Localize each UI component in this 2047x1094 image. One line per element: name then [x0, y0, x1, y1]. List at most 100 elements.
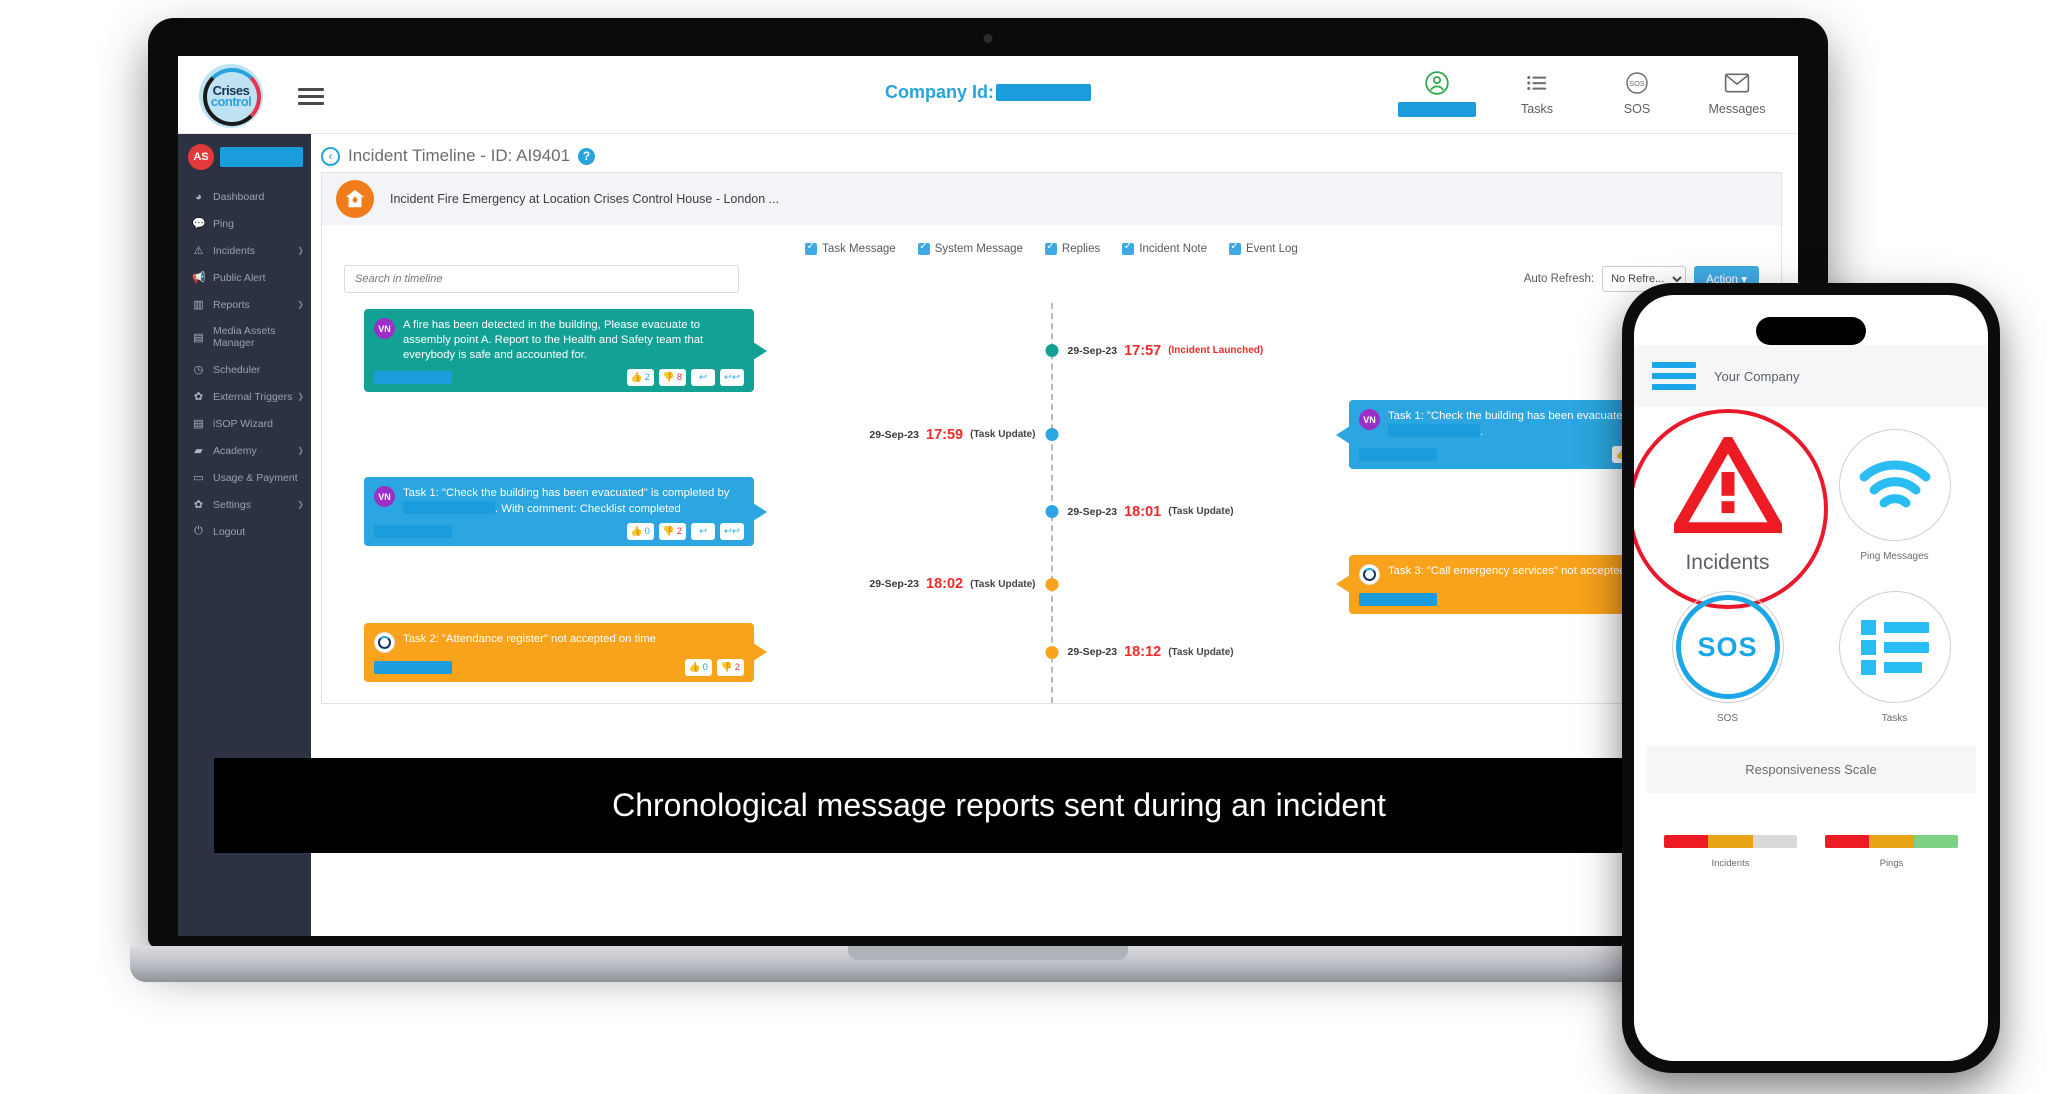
filter-replies[interactable]: Replies: [1044, 241, 1101, 255]
phone-tile-incidents[interactable]: Incidents: [1634, 409, 1828, 609]
filter-task-message[interactable]: Task Message: [805, 241, 896, 255]
sidebar-item-external-triggers[interactable]: ✿ External Triggers ❯: [178, 383, 311, 410]
timeline-row: Task 3: "Call emergency services" not ac…: [322, 554, 1781, 614]
sidebar-item-reports[interactable]: ▥ Reports ❯: [178, 291, 311, 318]
caption-banner: Chronological message reports sent durin…: [214, 758, 1784, 853]
timeline-dot: [1045, 344, 1058, 357]
phone-tile-sos[interactable]: SOS SOS: [1644, 591, 1811, 724]
reaction-reply-all[interactable]: ↩↩: [720, 369, 744, 386]
timestamp-time: 18:01: [1124, 503, 1162, 520]
sidebar-item-label: Media Assets Manager: [213, 325, 276, 349]
laptop-camera: [983, 34, 993, 43]
sidebar-item-public-alert[interactable]: 📢 Public Alert: [178, 264, 311, 291]
checkbox-icon[interactable]: [1044, 241, 1057, 255]
bubble-tail: [753, 502, 767, 521]
reaction-reply[interactable]: ↩: [691, 523, 715, 540]
sidebar-item-logout[interactable]: ⏻ Logout: [178, 518, 311, 545]
timeline-message[interactable]: Task 2: "Attendance register" not accept…: [364, 622, 767, 682]
power-icon: ⏻: [194, 525, 203, 537]
name-redacted: [1388, 424, 1480, 437]
reaction-reply[interactable]: ↩: [691, 369, 715, 386]
reactions: 👍 0 👎 2: [684, 658, 744, 676]
bubble-tail: [1336, 575, 1350, 593]
sidebar-item-label: Reports: [213, 298, 250, 311]
sidebar-item-academy[interactable]: ▰ Academy ❯: [178, 437, 311, 464]
sos-icon: SOS: [1671, 591, 1784, 703]
bubble-tail: [1336, 425, 1350, 444]
phone-menu-icon[interactable]: [1652, 357, 1696, 395]
filter-label: Replies: [1061, 243, 1101, 255]
company-id: Company Id:: [884, 82, 1092, 103]
filter-label: System Message: [934, 243, 1023, 255]
account-name-redacted: [1398, 102, 1476, 117]
app-logo[interactable]: Crises control: [196, 61, 266, 131]
timestamp-time: 18:02: [926, 576, 964, 592]
reaction-thumbs-down[interactable]: 👎 8: [658, 369, 686, 386]
back-button[interactable]: ‹: [321, 146, 340, 166]
sidebar-item-dashboard[interactable]: ◕ Dashboard: [178, 184, 311, 210]
phone-tile-ping[interactable]: Ping Messages: [1811, 429, 1978, 575]
bubble-tail: [753, 643, 767, 661]
sidebar-item-ping[interactable]: 💬 Ping: [178, 210, 311, 237]
sidebar-item-label: Ping: [213, 217, 235, 230]
book-icon: ▤: [193, 418, 204, 430]
filter-event-log[interactable]: Event Log: [1229, 241, 1298, 255]
gear-icon: ✿: [193, 499, 204, 511]
sender-redacted: [1359, 448, 1437, 461]
sidebar-item-label: iSOP Wizard: [213, 417, 273, 430]
thumbs-down-icon: 👎: [662, 526, 675, 537]
scale-bar: [1664, 835, 1797, 848]
reaction-count: 2: [734, 661, 740, 673]
search-input[interactable]: [344, 265, 739, 293]
reaction-reply-all[interactable]: ↩↩: [720, 523, 744, 540]
menu-icon[interactable]: [298, 84, 324, 109]
sos-button[interactable]: SOS SOS: [1598, 68, 1676, 117]
phone-tile-label: Incidents: [1685, 551, 1770, 574]
timeline-timestamp: 29-Sep-23 18:01 (Task Update): [1068, 504, 1234, 520]
sidebar-item-settings[interactable]: ✿ Settings ❯: [178, 491, 311, 518]
sidebar-nav: ◕ Dashboard 💬 Ping ⚠ Incidents ❯ 📢 Public Alert ▥…: [178, 184, 311, 545]
phone-tile-tasks[interactable]: Tasks: [1811, 591, 1978, 724]
scale-label: Pings: [1879, 858, 1904, 869]
checkbox-icon[interactable]: [805, 241, 818, 255]
timeline-message[interactable]: VN A fire has been detected in the buildi…: [364, 309, 767, 392]
account-button[interactable]: [1398, 68, 1476, 117]
megaphone-icon: 📢: [192, 272, 206, 284]
incident-banner: Incident Fire Emergency at Location Cris…: [322, 173, 1781, 225]
reaction-thumbs-down[interactable]: 👎2: [658, 523, 686, 540]
chevron-right-icon: ❯: [297, 246, 304, 255]
filter-system-message[interactable]: System Message: [917, 241, 1023, 255]
phone-tile-grid: Incidents Ping Messages SOS SOS Tasks: [1634, 407, 1988, 740]
message-text: A fire has been detected in the building…: [403, 319, 704, 361]
timeline-dot: [1045, 577, 1058, 591]
reaction-thumbs-down[interactable]: 👎2: [716, 658, 744, 676]
reaction-count: 0: [702, 661, 708, 673]
reaction-thumbs-up[interactable]: 👍0: [684, 658, 712, 676]
company-id-value-redacted: [996, 84, 1092, 101]
tasks-button[interactable]: Tasks: [1498, 68, 1576, 117]
sidebar-item-media-assets-manager[interactable]: ▤ Media Assets Manager: [178, 318, 311, 356]
timestamp-time: 17:57: [1124, 342, 1162, 359]
sidebar-item-scheduler[interactable]: ◷ Scheduler: [178, 356, 311, 383]
messages-button[interactable]: Messages: [1698, 68, 1776, 117]
sidebar-item-incidents[interactable]: ⚠ Incidents ❯: [178, 237, 311, 264]
avatar: VN: [1359, 409, 1380, 430]
help-icon[interactable]: ?: [578, 147, 596, 165]
scale-incidents: Incidents: [1650, 835, 1811, 869]
timeline-timestamp: 29-Sep-23 17:57 (Incident Launched): [1068, 343, 1264, 359]
filter-incident-note[interactable]: Incident Note: [1122, 241, 1207, 255]
sidebar-user[interactable]: AS: [178, 134, 311, 184]
checkbox-icon[interactable]: [917, 241, 930, 255]
clock-icon: ◷: [193, 364, 204, 376]
chevron-right-icon: ❯: [297, 300, 304, 309]
timeline-message[interactable]: VN Task 1: "Check the building has been e…: [364, 477, 767, 546]
messages-label: Messages: [1708, 102, 1766, 116]
checkbox-icon[interactable]: [1229, 241, 1242, 255]
sidebar-item-isop-wizard[interactable]: ▤ iSOP Wizard: [178, 410, 311, 437]
reaction-thumbs-up[interactable]: 👍 2: [626, 369, 654, 386]
sidebar-item-usage-payment[interactable]: ▭ Usage & Payment: [178, 464, 311, 491]
checkbox-icon[interactable]: [1122, 241, 1135, 255]
company-id-label: Company Id:: [884, 82, 995, 102]
timestamp-kind: (Task Update): [1168, 646, 1234, 658]
reaction-thumbs-up[interactable]: 👍0: [626, 523, 654, 540]
